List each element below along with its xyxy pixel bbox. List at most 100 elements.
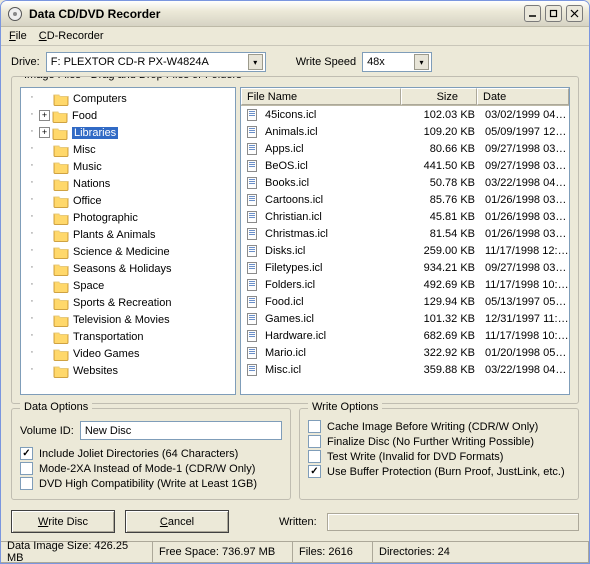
file-date: 01/20/1998 05:31:42 PM xyxy=(481,347,569,359)
tree-label: Websites xyxy=(73,365,118,377)
list-item[interactable]: Hardware.icl682.69 KB11/17/1998 10:33:32… xyxy=(241,327,569,344)
write-speed-combo[interactable]: 48x ▾ xyxy=(362,52,432,72)
list-item[interactable]: Animals.icl109.20 KB05/09/1997 12:01:50 … xyxy=(241,123,569,140)
close-button[interactable] xyxy=(566,5,583,22)
cache-label: Cache Image Before Writing (CDR/W Only) xyxy=(327,421,538,433)
list-item[interactable]: Disks.icl259.00 KB11/17/1998 12:05:02 PM xyxy=(241,242,569,259)
file-date: 09/27/1998 03:03:38 PM xyxy=(481,160,569,172)
tree-item[interactable]: ·Office xyxy=(21,192,235,209)
cancel-button[interactable]: Cancel xyxy=(125,510,229,533)
column-date[interactable]: Date xyxy=(477,88,569,105)
finalize-checkbox[interactable] xyxy=(308,435,321,448)
list-item[interactable]: Mario.icl322.92 KB01/20/1998 05:31:42 PM xyxy=(241,344,569,361)
list-item[interactable]: BeOS.icl441.50 KB09/27/1998 03:03:38 PM xyxy=(241,157,569,174)
testwrite-checkbox[interactable] xyxy=(308,450,321,463)
list-item[interactable]: Books.icl50.78 KB03/22/1998 04:35:28 PM xyxy=(241,174,569,191)
column-file-name[interactable]: File Name xyxy=(241,88,401,105)
file-icon xyxy=(245,312,261,326)
folder-icon xyxy=(53,330,69,344)
list-item[interactable]: Apps.icl80.66 KB09/27/1998 03:06:42 PM xyxy=(241,140,569,157)
tree-item[interactable]: ·+Food xyxy=(21,107,235,124)
folder-icon xyxy=(53,364,69,378)
file-date: 01/26/1998 03:45:42 PM xyxy=(481,211,569,223)
drive-combo[interactable]: F: PLEXTOR CD-R PX-W4824A ▾ xyxy=(46,52,266,72)
tree-spacer xyxy=(39,142,53,158)
buffer-checkbox[interactable]: ✓ xyxy=(308,465,321,478)
tree-label: Libraries xyxy=(72,127,118,139)
tree-spacer xyxy=(39,329,53,345)
file-size: 81.54 KB xyxy=(405,228,481,240)
tree-item[interactable]: ·+ Libraries xyxy=(21,124,235,141)
dvdhc-label: DVD High Compatibility (Write at Least 1… xyxy=(39,478,257,490)
list-item[interactable]: Folders.icl492.69 KB11/17/1998 10:32:52 … xyxy=(241,276,569,293)
tree-item[interactable]: · Seasons & Holidays xyxy=(21,260,235,277)
file-size: 45.81 KB xyxy=(405,211,481,223)
file-icon xyxy=(245,278,261,292)
cache-checkbox[interactable] xyxy=(308,420,321,433)
folder-tree[interactable]: ·Computers·+Food·+Libraries·Misc·Music·N… xyxy=(20,87,236,395)
maximize-button[interactable] xyxy=(545,5,562,22)
list-item[interactable]: 45icons.icl102.03 KB03/02/1999 04:04:06 … xyxy=(241,106,569,123)
tree-item[interactable]: ·Computers xyxy=(21,90,235,107)
file-icon xyxy=(245,125,261,139)
file-date: 03/22/1998 04:26:28 PM xyxy=(481,364,569,376)
tree-line: · xyxy=(25,295,39,311)
expander-icon[interactable]: + xyxy=(39,110,50,121)
list-item[interactable]: Christmas.icl81.54 KB01/26/1998 03:43:40… xyxy=(241,225,569,242)
file-icon xyxy=(245,295,261,309)
dvdhc-checkbox[interactable] xyxy=(20,477,33,490)
tree-item[interactable]: ·Space xyxy=(21,277,235,294)
folder-icon xyxy=(53,228,69,242)
data-options-legend: Data Options xyxy=(20,401,92,413)
tree-item[interactable]: ·Television & Movies xyxy=(21,311,235,328)
tree-item[interactable]: ·Music xyxy=(21,158,235,175)
tree-item[interactable]: ·Science & Medicine xyxy=(21,243,235,260)
tree-spacer xyxy=(39,244,53,260)
tree-item[interactable]: ·Video Games xyxy=(21,345,235,362)
list-item[interactable]: Filetypes.icl934.21 KB09/27/1998 03:28:2… xyxy=(241,259,569,276)
menu-bar: File CD-Recorder xyxy=(1,27,589,46)
file-list[interactable]: File Name Size Date 45icons.icl102.03 KB… xyxy=(240,87,570,395)
expander-icon[interactable]: + xyxy=(39,127,50,138)
tree-line: · xyxy=(25,125,39,141)
minimize-button[interactable] xyxy=(524,5,541,22)
write-disc-button[interactable]: Write Disc xyxy=(11,510,115,533)
file-size: 259.00 KB xyxy=(405,245,481,257)
tree-line: · xyxy=(25,261,39,277)
list-item[interactable]: Games.icl101.32 KB12/31/1997 11:37:26 AM xyxy=(241,310,569,327)
menu-cd-recorder[interactable]: CD-Recorder xyxy=(39,30,104,42)
tree-item[interactable]: ·Websites xyxy=(21,362,235,379)
tree-label: Seasons & Holidays xyxy=(73,263,171,275)
volume-id-input[interactable] xyxy=(80,421,282,440)
file-icon xyxy=(245,108,261,122)
tree-spacer xyxy=(39,261,53,277)
image-files-legend: Image Files - Drag and Drop Files or Fol… xyxy=(20,76,246,81)
tree-item[interactable]: ·Sports & Recreation xyxy=(21,294,235,311)
tree-item[interactable]: ·Misc xyxy=(21,141,235,158)
file-name: 45icons.icl xyxy=(265,109,405,121)
finalize-label: Finalize Disc (No Further Writing Possib… xyxy=(327,436,534,448)
list-header: File Name Size Date xyxy=(241,88,569,106)
list-item[interactable]: Food.icl129.94 KB05/13/1997 05:10:24 PM xyxy=(241,293,569,310)
tree-label: Science & Medicine xyxy=(73,246,170,258)
tree-item[interactable]: ·Photographic xyxy=(21,209,235,226)
menu-file[interactable]: File xyxy=(9,30,27,42)
file-icon xyxy=(245,193,261,207)
list-item[interactable]: Cartoons.icl85.76 KB01/26/1998 03:05:34 … xyxy=(241,191,569,208)
tree-item[interactable]: ·Nations xyxy=(21,175,235,192)
file-icon xyxy=(245,363,261,377)
column-size[interactable]: Size xyxy=(401,88,477,105)
chevron-down-icon: ▾ xyxy=(248,54,263,70)
mode2xa-checkbox[interactable] xyxy=(20,462,33,475)
tree-item[interactable]: ·Plants & Animals xyxy=(21,226,235,243)
list-item[interactable]: Christian.icl45.81 KB01/26/1998 03:45:42… xyxy=(241,208,569,225)
list-item[interactable]: Misc.icl359.88 KB03/22/1998 04:26:28 PM xyxy=(241,361,569,378)
tree-line: · xyxy=(25,346,39,362)
tree-spacer xyxy=(39,346,53,362)
file-icon xyxy=(245,142,261,156)
joliet-checkbox[interactable]: ✓ xyxy=(20,447,33,460)
file-size: 934.21 KB xyxy=(405,262,481,274)
testwrite-label: Test Write (Invalid for DVD Formats) xyxy=(327,451,503,463)
tree-item[interactable]: ·Transportation xyxy=(21,328,235,345)
file-name: Hardware.icl xyxy=(265,330,405,342)
